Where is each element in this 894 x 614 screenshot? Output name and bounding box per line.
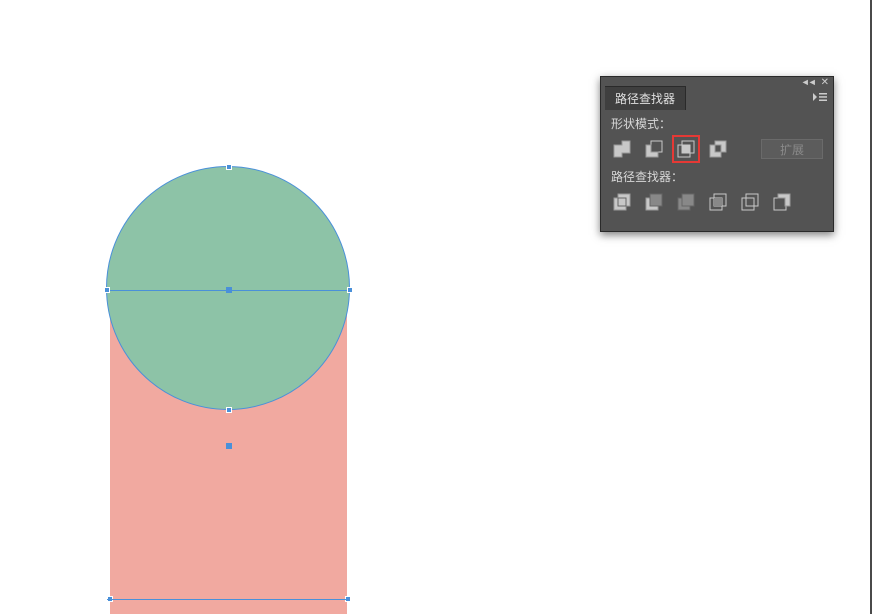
panel-tabs: 路径查找器 bbox=[601, 87, 833, 109]
selection-handle[interactable] bbox=[347, 287, 353, 293]
outline-icon[interactable] bbox=[739, 191, 761, 213]
panel-body: 形状模式： bbox=[601, 109, 833, 231]
close-icon[interactable]: ✕ bbox=[821, 77, 829, 88]
trim-icon[interactable] bbox=[643, 191, 665, 213]
unite-icon[interactable] bbox=[611, 138, 633, 160]
pathfinders-row bbox=[611, 191, 823, 213]
shape-modes-row: 扩展 bbox=[611, 138, 823, 160]
exclude-icon[interactable] bbox=[707, 138, 729, 160]
selection-handle[interactable] bbox=[226, 164, 232, 170]
shape-modes-label: 形状模式： bbox=[611, 115, 823, 132]
tab-pathfinder[interactable]: 路径查找器 bbox=[605, 86, 686, 110]
selection-center[interactable] bbox=[226, 287, 232, 293]
dock-edge bbox=[870, 0, 894, 614]
selection-center[interactable] bbox=[226, 443, 232, 449]
minus-front-icon[interactable] bbox=[643, 138, 665, 160]
pathfinders-label: 路径查找器： bbox=[611, 168, 823, 185]
expand-button[interactable]: 扩展 bbox=[761, 139, 823, 159]
merge-icon[interactable] bbox=[675, 191, 697, 213]
intersect-icon[interactable] bbox=[675, 138, 697, 160]
minus-back-icon[interactable] bbox=[771, 191, 793, 213]
crop-icon[interactable] bbox=[707, 191, 729, 213]
selection-edge bbox=[107, 599, 347, 600]
selection-handle[interactable] bbox=[104, 287, 110, 293]
pathfinder-panel: ◄◄ ✕ 路径查找器 形状模式： bbox=[600, 76, 834, 232]
divide-icon[interactable] bbox=[611, 191, 633, 213]
selection-handle[interactable] bbox=[226, 407, 232, 413]
panel-menu-icon[interactable] bbox=[813, 91, 827, 103]
collapse-icon[interactable]: ◄◄ bbox=[801, 77, 815, 87]
